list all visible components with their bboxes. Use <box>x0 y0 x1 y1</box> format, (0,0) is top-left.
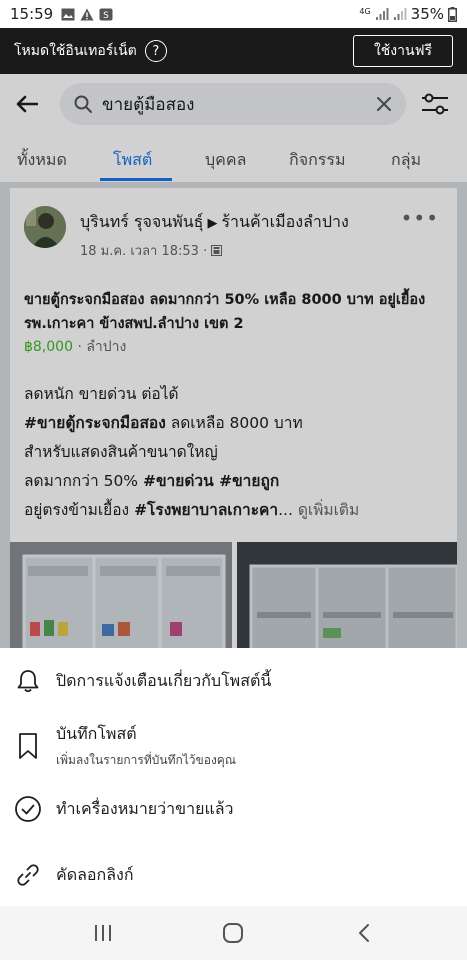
listing-title[interactable]: ขายตู้กระจกมือสอง ลดมากกว่า 50% เหลือ 80… <box>24 288 444 336</box>
turn-off-notifications-option[interactable]: ปิดการแจ้งเตือนเกี่ยวกับโพสต์นี้ <box>0 666 467 696</box>
body-line: ลดมากกว่า 50% #ขายด่วน #ขายถูก <box>24 467 449 496</box>
hashtag[interactable]: #โรงพยาบาลเกาะคา <box>134 501 278 519</box>
help-icon[interactable]: ? <box>144 40 167 62</box>
hashtag[interactable]: #ขายถูก <box>214 472 279 490</box>
tab-all[interactable]: ทั้งหมด <box>17 148 67 173</box>
group-name[interactable]: ร้านค้าเมืองลำปาง <box>221 212 348 231</box>
back-icon[interactable] <box>352 922 376 944</box>
listing-location: · ลำปาง <box>73 339 127 355</box>
post-card[interactable]: บุรินทร์ รุจจนพันธุ์ ▶ ร้านค้าเมืองลำปาง 1… <box>10 188 457 658</box>
home-icon[interactable] <box>221 922 245 944</box>
arrow-right-icon: ▶ <box>207 216 218 231</box>
save-post-option[interactable]: บันทึกโพสต์ เพิ่มลงในรายการที่บันทึกไว้ข… <box>0 724 467 768</box>
battery-percent: 35% <box>410 5 444 23</box>
body-text: อยู่ตรงข้ามเยื้อง <box>24 501 135 519</box>
signal-icon-2 <box>393 7 407 20</box>
search-tabs: ทั้งหมด โพสต์ บุคคล กิจกรรม กลุ่ม <box>0 134 467 182</box>
free-mode-label: โหมดใช้อินเทอร์เน็ต <box>14 43 137 59</box>
hashtag[interactable]: #ขายด่วน <box>143 472 214 490</box>
bell-icon <box>14 667 42 695</box>
ellipsis: ... <box>278 501 293 519</box>
body-line: อยู่ตรงข้ามเยื้อง #โรงพยาบาลเกาะคา... ดู… <box>24 496 449 525</box>
avatar[interactable] <box>24 206 66 248</box>
check-circle-icon <box>14 795 42 823</box>
body-line: ลดหนัก ขายด่วน ต่อได้ <box>24 385 179 403</box>
svg-text:S: S <box>103 11 109 21</box>
body-text: ลดมากกว่า 50% <box>24 472 143 490</box>
post-photo[interactable] <box>10 542 232 658</box>
signal-icon <box>375 7 389 20</box>
post-photo[interactable] <box>237 542 457 658</box>
option-sublabel: เพิ่มลงในรายการที่บันทึกไว้ของคุณ <box>56 753 236 767</box>
tab-groups[interactable]: กลุ่ม <box>391 148 421 173</box>
option-label: บันทึกโพสต์ <box>56 724 137 743</box>
image-icon <box>61 8 75 20</box>
back-arrow-icon[interactable] <box>12 89 42 119</box>
status-bar: 15:59 S 4G 35% <box>0 0 467 28</box>
free-mode-bar: โหมดใช้อินเทอร์เน็ต ? ใช้งานฟรี <box>0 28 467 74</box>
link-icon <box>14 861 42 889</box>
network-type: 4G <box>359 6 371 16</box>
search-input[interactable]: ขายตู้มือสอง <box>102 91 376 118</box>
listing-price-line: ฿8,000 · ลำปาง <box>24 336 126 358</box>
option-label: คัดลอกลิงก์ <box>56 864 134 884</box>
mark-as-sold-option[interactable]: ทำเครื่องหมายว่าขายแล้ว <box>0 794 467 824</box>
copy-link-option[interactable]: คัดลอกลิงก์ <box>0 860 467 890</box>
search-header: ขายตู้มือสอง <box>0 74 467 134</box>
filter-icon[interactable] <box>420 89 450 119</box>
post-options-sheet: ปิดการแจ้งเตือนเกี่ยวกับโพสต์นี้ บันทึกโ… <box>0 648 467 906</box>
post-time[interactable]: 18 ม.ค. เวลา 18:53 · <box>80 240 207 261</box>
search-results: บุรินทร์ รุจจนพันธุ์ ▶ ร้านค้าเมืองลำปาง 1… <box>0 182 467 658</box>
body-text: ลดเหลือ 8000 บาท <box>165 414 303 432</box>
status-time: 15:59 <box>10 5 54 23</box>
system-nav-bar <box>0 906 467 960</box>
more-options-icon[interactable]: ••• <box>401 206 439 230</box>
tab-posts[interactable]: โพสต์ <box>113 148 152 173</box>
tab-people[interactable]: บุคคล <box>205 148 246 173</box>
body-line: สำหรับแสดงสินค้าขนาดใหญ่ <box>24 443 218 461</box>
recent-apps-icon[interactable] <box>91 922 115 944</box>
free-mode-button[interactable]: ใช้งานฟรี <box>353 35 453 67</box>
author-name[interactable]: บุรินทร์ รุจจนพันธุ์ <box>80 212 203 231</box>
listing-price: ฿8,000 <box>24 339 73 355</box>
search-icon <box>74 95 92 113</box>
warning-icon <box>80 8 94 20</box>
option-label: ทำเครื่องหมายว่าขายแล้ว <box>56 798 234 818</box>
see-more-link[interactable]: ดูเพิ่มเติม <box>293 501 359 519</box>
search-box[interactable]: ขายตู้มือสอง <box>60 83 406 125</box>
active-tab-indicator <box>100 178 172 181</box>
body-line: #ขายตู้กระจกมือสอง ลดเหลือ 8000 บาท <box>24 409 449 438</box>
clear-icon[interactable] <box>376 96 392 112</box>
tab-events[interactable]: กิจกรรม <box>289 148 345 173</box>
post-author-line: บุรินทร์ รุจจนพันธุ์ ▶ ร้านค้าเมืองลำปาง <box>80 210 349 235</box>
battery-icon <box>448 6 457 22</box>
hashtag[interactable]: #ขายตู้กระจกมือสอง <box>24 414 166 432</box>
post-meta: 18 ม.ค. เวลา 18:53 · <box>80 240 223 261</box>
marketplace-icon <box>211 245 223 256</box>
post-body: ลดหนัก ขายด่วน ต่อได้ #ขายตู้กระจกมือสอง… <box>24 380 449 525</box>
bookmark-icon <box>14 732 42 760</box>
app-icon: S <box>99 8 113 21</box>
option-label: ปิดการแจ้งเตือนเกี่ยวกับโพสต์นี้ <box>56 670 272 690</box>
